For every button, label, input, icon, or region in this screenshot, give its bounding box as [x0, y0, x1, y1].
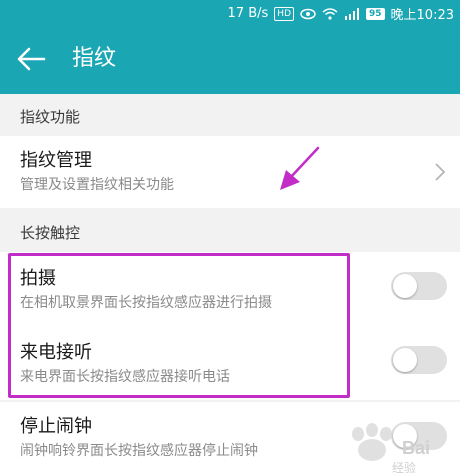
- item-subtitle: 闹钟响铃界面长按指纹感应器停止闹钟: [20, 443, 258, 459]
- section-header-label: 长按触控: [20, 224, 81, 242]
- signal-4g-icon: [345, 7, 359, 20]
- list-item-fingerprint-management[interactable]: 指纹管理 管理及设置指纹相关功能: [0, 136, 460, 208]
- item-subtitle: 管理及设置指纹相关功能: [20, 177, 174, 193]
- section-header-fingerprint-functions: 指纹功能: [0, 96, 460, 136]
- svg-text:经验: 经验: [392, 460, 416, 475]
- clock: 晚上10:23: [390, 8, 454, 23]
- item-title: 指纹管理: [20, 150, 92, 171]
- svg-text:Bai: Bai: [402, 438, 430, 458]
- app-bar: 指纹: [0, 24, 460, 94]
- section-header-long-press: 长按触控: [0, 212, 460, 252]
- section-header-label: 指纹功能: [20, 108, 81, 126]
- answer-call-toggle[interactable]: [391, 346, 447, 374]
- item-title: 停止闹钟: [20, 416, 92, 437]
- toggle-knob: [393, 274, 417, 298]
- eye-icon: [300, 8, 316, 19]
- status-icons: 17 B/s HD 95 晚上10:23: [228, 4, 454, 23]
- hd-icon: HD: [274, 6, 294, 21]
- page-title: 指纹: [72, 46, 117, 71]
- toggle-knob: [393, 348, 417, 372]
- item-title: 拍摄: [20, 268, 56, 289]
- item-subtitle: 来电界面长按指纹感应器接听电话: [20, 369, 230, 385]
- list-item-shoot[interactable]: 拍摄 在相机取景界面长按指纹感应器进行拍摄: [0, 252, 460, 326]
- annotation-arrow-icon: [280, 146, 320, 190]
- wifi-icon: [322, 7, 338, 20]
- chevron-right-icon: [435, 163, 446, 181]
- arrow-left-icon[interactable]: [16, 46, 46, 72]
- item-subtitle: 在相机取景界面长按指纹感应器进行拍摄: [20, 295, 272, 311]
- status-bar: 17 B/s HD 95 晚上10:23: [0, 0, 460, 24]
- baidu-watermark-logo: Bai 经验: [352, 423, 430, 475]
- list-item-answer-call[interactable]: 来电接听 来电界面长按指纹感应器接听电话: [0, 326, 460, 400]
- shoot-toggle[interactable]: [391, 272, 447, 300]
- network-speed: 17 B/s: [227, 6, 269, 21]
- battery-icon: 95: [366, 7, 385, 20]
- item-title: 来电接听: [20, 342, 92, 363]
